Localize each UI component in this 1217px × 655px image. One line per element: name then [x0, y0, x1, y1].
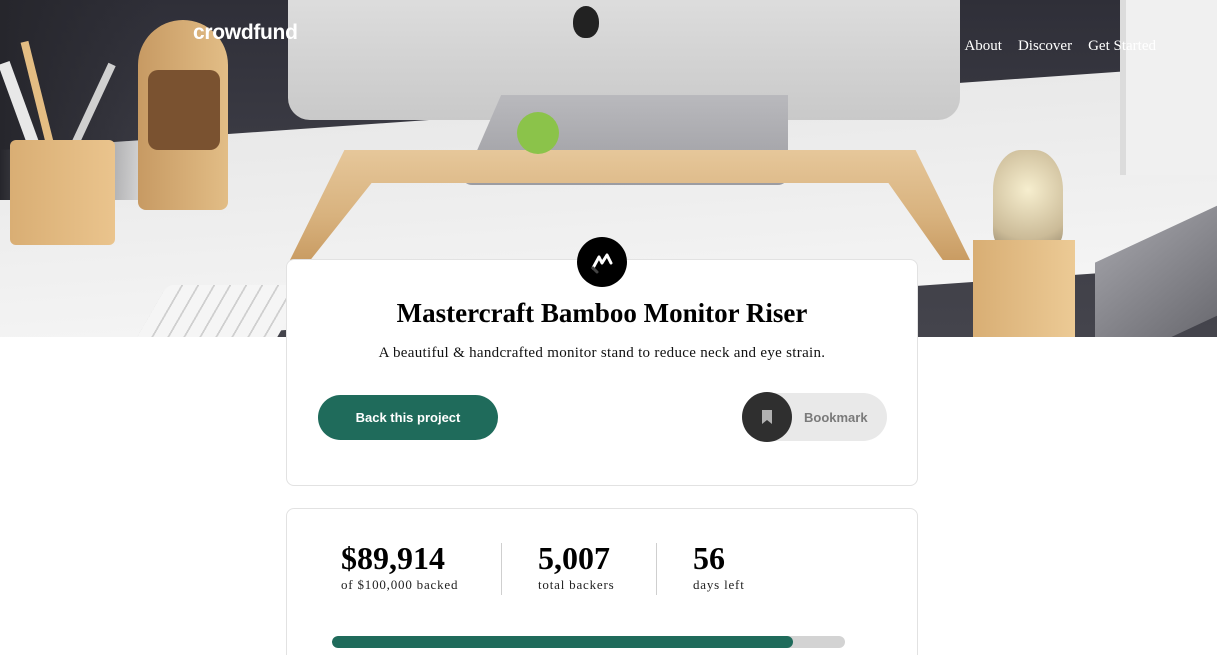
bookmark-label: Bookmark: [804, 409, 868, 425]
stat-backers: 5,007 total backers: [538, 541, 614, 593]
back-project-button[interactable]: Back this project: [318, 395, 498, 440]
backers-count: 5,007: [538, 540, 610, 576]
nav-get-started[interactable]: Get Started: [1088, 38, 1156, 55]
backed-label: of $100,000 backed: [341, 577, 459, 592]
project-description: A beautiful & handcrafted monitor stand …: [378, 345, 826, 361]
backers-label: total backers: [538, 577, 615, 592]
bookmark-icon: [742, 392, 792, 442]
days-label: days left: [693, 577, 745, 592]
mastercraft-logo-icon: [577, 237, 627, 287]
stat-backed: $89,914 of $100,000 backed: [341, 541, 458, 593]
stat-days: 56 days left: [693, 541, 745, 593]
nav-about[interactable]: About: [964, 38, 1002, 55]
main-nav: About Discover Get Started: [964, 38, 1156, 55]
backed-amount: $89,914: [341, 540, 445, 576]
days-count: 56: [693, 540, 725, 576]
nav-discover[interactable]: Discover: [1018, 38, 1072, 55]
stat-divider: [501, 543, 502, 595]
apple-logo-icon: [573, 6, 599, 38]
project-intro-card: [286, 259, 918, 486]
funding-progress-fill: [332, 636, 794, 648]
project-title: Mastercraft Bamboo Monitor Riser: [396, 298, 808, 328]
stat-divider: [656, 543, 657, 595]
funding-progress-bar: [332, 636, 845, 648]
bookmark-button[interactable]: Bookmark: [742, 392, 887, 442]
site-logo[interactable]: crowdfund: [193, 21, 298, 45]
